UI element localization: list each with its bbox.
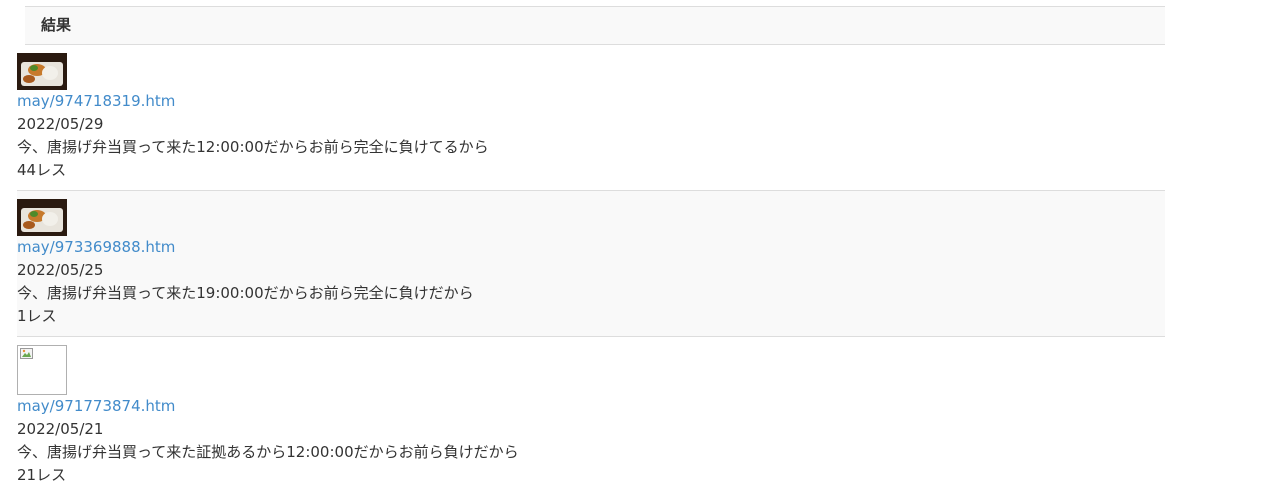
- results-header: 結果: [25, 6, 1165, 45]
- thread-link[interactable]: may/973369888.htm: [17, 236, 1165, 259]
- thumbnail-image[interactable]: [17, 53, 67, 90]
- broken-image-icon[interactable]: [17, 345, 67, 395]
- reply-count: 1レス: [17, 307, 57, 325]
- thread-link[interactable]: may/971773874.htm: [17, 395, 1165, 418]
- thread-link[interactable]: may/974718319.htm: [17, 90, 1165, 113]
- reply-count: 21レス: [17, 466, 67, 484]
- thread-date: 2022/05/21: [17, 420, 104, 438]
- result-row: may/974718319.htm 2022/05/29 今、唐揚げ弁当買って来…: [17, 45, 1165, 191]
- reply-count: 44レス: [17, 161, 67, 179]
- result-row: may/973369888.htm 2022/05/25 今、唐揚げ弁当買って来…: [17, 191, 1165, 337]
- results-table: 結果 may/974718319.htm 2022/05/29 今、唐揚げ弁当買…: [17, 6, 1165, 491]
- thread-title: 今、唐揚げ弁当買って来た19:00:00だからお前ら完全に負けだから: [17, 284, 474, 302]
- thread-date: 2022/05/29: [17, 115, 104, 133]
- thumbnail-image[interactable]: [17, 199, 67, 236]
- result-row: may/971773874.htm 2022/05/21 今、唐揚げ弁当買って来…: [17, 337, 1165, 491]
- results-header-label: 結果: [41, 16, 72, 34]
- thread-title: 今、唐揚げ弁当買って来た証拠あるから12:00:00だからお前ら負けだから: [17, 443, 519, 461]
- thread-date: 2022/05/25: [17, 261, 104, 279]
- thread-title: 今、唐揚げ弁当買って来た12:00:00だからお前ら完全に負けてるから: [17, 138, 489, 156]
